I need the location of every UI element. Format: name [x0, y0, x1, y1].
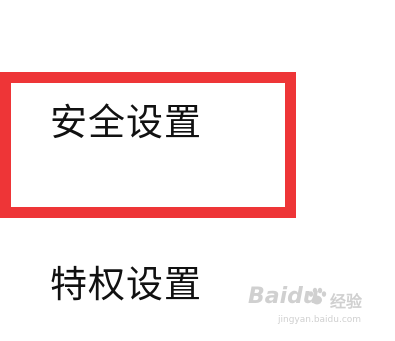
highlight-annotation-box [0, 72, 296, 218]
menu-item-security-settings[interactable]: 安全设置 [50, 104, 202, 141]
settings-screen: 安全设置 特权设置 Baidu 经验 jingyan.baidu.com [0, 0, 395, 341]
watermark-url: jingyan.baidu.com [278, 315, 362, 325]
watermark-brand: Baidu [248, 284, 319, 309]
paw-icon [308, 287, 327, 305]
baidu-jingyan-watermark: Baidu 经验 jingyan.baidu.com [248, 284, 378, 334]
menu-item-privilege-settings[interactable]: 特权设置 [50, 266, 202, 303]
watermark-jingyan: 经验 [330, 292, 363, 311]
